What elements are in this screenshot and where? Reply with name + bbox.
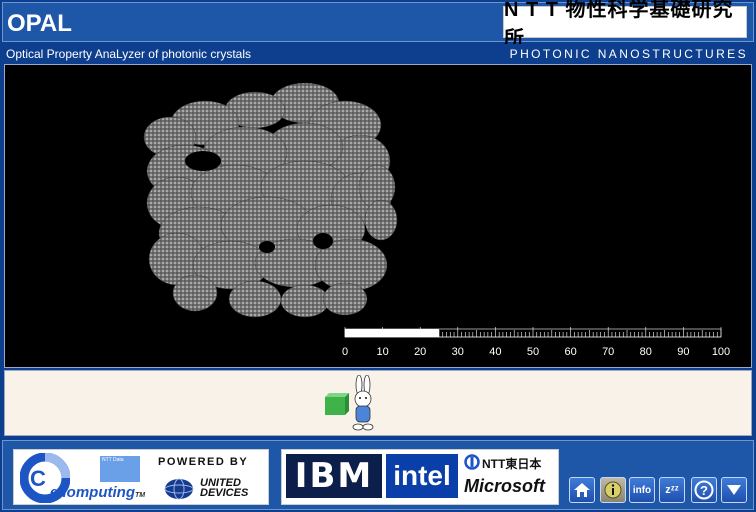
intel-logo: intel (386, 454, 458, 498)
intel-wordmark: intel (393, 460, 451, 491)
powered-by-label: POWERED BY (158, 456, 249, 468)
size-scale: 0 10 20 30 40 50 60 70 80 90 100 (342, 327, 730, 358)
section-label: PHOTONIC NANOSTRUCTURES (509, 47, 748, 61)
photonic-crystal-render (143, 82, 398, 318)
app-window: OPAL N T T 物性科学基礎研究所 Optical Property An… (0, 0, 756, 512)
scale-tick-label: 40 (489, 346, 501, 358)
partner-logos[interactable]: IBM intel NTT東日本 Microsoft (281, 449, 559, 505)
cc-word-text: ellomputing (50, 484, 135, 501)
scale-tick-label: 30 (452, 346, 464, 358)
home-button[interactable] (569, 477, 595, 503)
rabbit-mascot-icon (352, 375, 374, 431)
ibm-wordmark: IBM (294, 456, 374, 496)
info-button-label: info (632, 484, 652, 496)
scroll-down-button[interactable] (721, 477, 747, 503)
scale-tick-label: 100 (712, 346, 730, 358)
cc-wordmark: ellomputingTM (50, 484, 145, 501)
ntt-data-label: NTT Data (102, 457, 124, 463)
app-subtitle: Optical Property AnaLyzer of photonic cr… (6, 47, 252, 61)
scale-tick-label: 90 (677, 346, 689, 358)
sleep-button[interactable]: zᶻᶻ (659, 477, 685, 503)
header-bar: OPAL N T T 物性科学基礎研究所 (2, 0, 754, 50)
ntt-data-logo: NTT Data (100, 456, 140, 482)
about-button[interactable] (600, 477, 626, 503)
help-glyph: ? (700, 483, 708, 498)
cc-tm: TM (135, 492, 146, 499)
svg-text:C: C (30, 466, 46, 491)
microsoft-logo: Microsoft (464, 476, 545, 496)
scale-tick-label: 0 (342, 346, 348, 358)
scale-tick-label: 60 (564, 346, 576, 358)
info-button[interactable]: info (629, 477, 655, 503)
status-panel (4, 370, 752, 436)
scale-tick-label: 80 (640, 346, 652, 358)
scale-tick-label: 10 (376, 346, 388, 358)
scale-tick-label: 50 (527, 346, 539, 358)
help-button[interactable]: ? (691, 477, 717, 503)
sleep-icon: zᶻᶻ (665, 484, 679, 496)
chevron-down-icon (727, 485, 741, 495)
info-circle-icon (604, 481, 622, 499)
subheader-bar: Optical Property AnaLyzer of photonic cr… (2, 44, 754, 64)
home-icon (574, 483, 590, 497)
ntt-east-label: NTT東日本 (482, 457, 542, 471)
ntt-east-mark-icon (464, 454, 480, 470)
footer-bar: C ellomputingTM NTT Data POWERED BY UNIT… (2, 440, 754, 510)
org-banner: N T T 物性科学基礎研究所 (503, 0, 747, 50)
app-title: OPAL (7, 10, 72, 37)
scale-tick-label: 70 (602, 346, 614, 358)
ibm-logo: IBM (286, 454, 382, 498)
united-devices-globe-icon (164, 478, 194, 500)
united-devices-label: UNITED DEVICES (200, 477, 249, 499)
scale-progress-fill (345, 329, 439, 337)
render-viewport[interactable]: 0 10 20 30 40 50 60 70 80 90 100 (4, 64, 752, 368)
help-icon: ? (694, 480, 714, 500)
cell-computing-logo[interactable]: C ellomputingTM NTT Data POWERED BY UNIT… (13, 449, 269, 505)
scale-tick-label: 20 (414, 346, 426, 358)
